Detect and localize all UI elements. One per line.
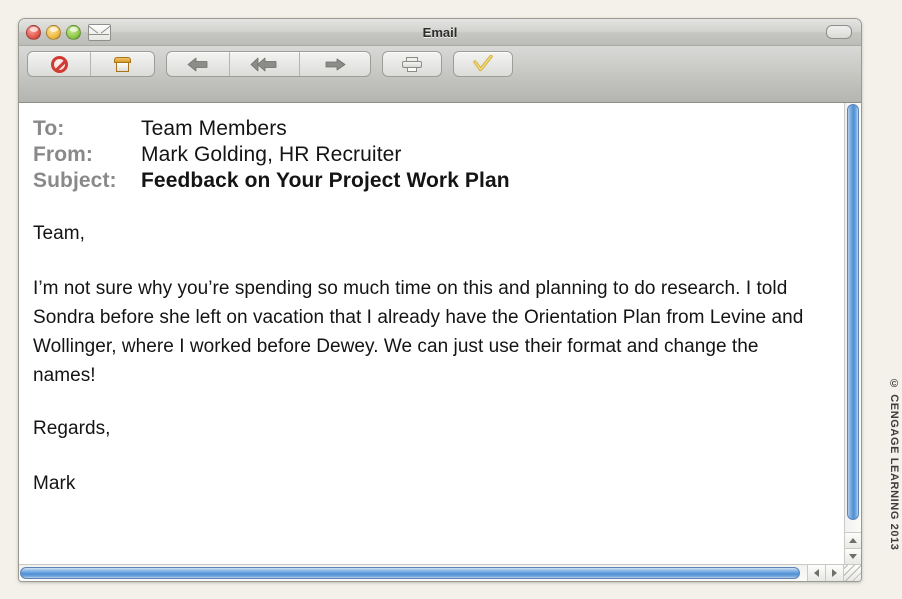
from-label: From: xyxy=(33,143,93,166)
body-signature: Mark xyxy=(33,473,76,494)
header-subject: Subject: Feedback on Your Project Work P… xyxy=(33,169,824,193)
horizontal-scroll-thumb[interactable] xyxy=(20,567,801,579)
chevron-up-icon xyxy=(849,538,857,543)
window-controls xyxy=(26,24,81,40)
horizontal-scroll-track[interactable] xyxy=(19,565,807,581)
message-body-pane: To: Team Members From: Mark Golding, HR … xyxy=(19,103,844,564)
vertical-scrollbar[interactable] xyxy=(844,103,861,564)
junk-button[interactable]: Junk xyxy=(91,52,154,76)
toolbar-group-todo: To Do xyxy=(453,51,513,77)
vertical-scroll-thumb[interactable] xyxy=(847,104,859,521)
toolbar-group-respond: Reply Reply All Forward xyxy=(166,51,371,77)
scroll-left-button[interactable] xyxy=(807,565,825,581)
body-paragraph: I’m not sure why you’re spending so much… xyxy=(33,278,804,386)
header-to: To: Team Members xyxy=(33,117,824,141)
printer-icon xyxy=(402,56,422,72)
toolbar-group-manage: Delete Junk xyxy=(27,51,155,77)
horizontal-scrollbar[interactable] xyxy=(19,564,861,581)
reply-arrow-icon xyxy=(187,57,208,71)
close-button[interactable] xyxy=(26,24,41,40)
chevron-right-icon xyxy=(832,569,837,577)
vertical-scroll-arrows xyxy=(845,532,861,564)
junk-mailbox-icon xyxy=(114,56,131,72)
reply-all-button[interactable]: Reply All xyxy=(230,52,300,76)
window-title: Email xyxy=(422,24,458,40)
subject-value: Feedback on Your Project Work Plan xyxy=(141,169,510,192)
scroll-down-button[interactable] xyxy=(845,548,861,564)
resize-grip[interactable] xyxy=(843,565,861,581)
email-window: Email Delete Junk Reply xyxy=(18,18,862,582)
horizontal-scroll-arrows xyxy=(807,565,843,581)
message-content-row: To: Team Members From: Mark Golding, HR … xyxy=(19,103,861,564)
header-from: From: Mark Golding, HR Recruiter xyxy=(33,143,824,167)
to-value: Team Members xyxy=(141,117,287,140)
subject-label: Subject: xyxy=(33,169,117,192)
message-viewer: To: Team Members From: Mark Golding, HR … xyxy=(19,103,861,581)
chevron-down-icon xyxy=(849,554,857,559)
vertical-scroll-track[interactable] xyxy=(845,103,861,532)
message-text: Team, I’m not sure why you’re spending s… xyxy=(33,219,823,498)
reply-button[interactable]: Reply xyxy=(167,52,230,76)
scroll-up-button[interactable] xyxy=(845,532,861,548)
toolbar-group-print: Print xyxy=(382,51,442,77)
reply-all-arrow-icon xyxy=(250,57,276,71)
to-label: To: xyxy=(33,117,65,140)
chevron-left-icon xyxy=(814,569,819,577)
toolbar-toggle-button[interactable] xyxy=(826,25,852,39)
checkmark-icon xyxy=(473,55,493,72)
scroll-right-button[interactable] xyxy=(825,565,843,581)
body-closing: Regards, xyxy=(33,418,111,439)
window-titlebar[interactable]: Email xyxy=(19,19,861,46)
delete-button[interactable]: Delete xyxy=(28,52,91,76)
todo-button[interactable]: To Do xyxy=(454,52,512,76)
body-greeting: Team, xyxy=(33,223,85,244)
toolbar: Delete Junk Reply Reply A xyxy=(19,46,861,103)
forward-button[interactable]: Forward xyxy=(300,52,370,76)
forward-arrow-icon xyxy=(325,58,346,70)
envelope-icon xyxy=(88,23,111,41)
minimize-button[interactable] xyxy=(46,24,61,40)
print-button[interactable]: Print xyxy=(383,52,441,76)
zoom-button[interactable] xyxy=(66,24,81,40)
copyright-credit: © CENGAGE LEARNING 2013 xyxy=(888,378,900,551)
delete-icon xyxy=(50,55,68,73)
from-value: Mark Golding, HR Recruiter xyxy=(141,143,402,166)
